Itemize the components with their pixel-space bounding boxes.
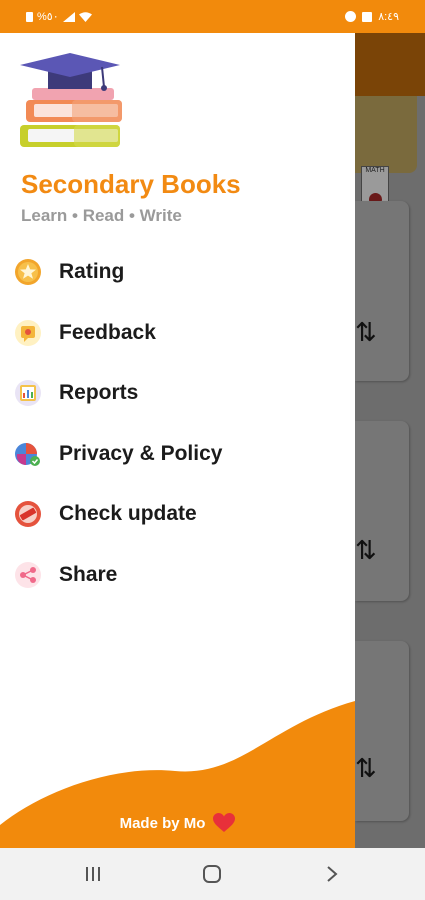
- menu-item-check-update[interactable]: Check update: [0, 484, 355, 545]
- menu-label-reports: Reports: [59, 381, 139, 404]
- recent-apps-button[interactable]: [78, 862, 108, 886]
- menu-item-rating[interactable]: Rating: [0, 242, 355, 303]
- signal-icon: [62, 11, 75, 22]
- background-card: [355, 641, 409, 821]
- sort-arrows-icon: ⇅: [355, 753, 377, 783]
- menu-label-share: Share: [59, 562, 118, 586]
- recent-apps-icon: [86, 867, 100, 881]
- math-book-label: MATH: [365, 167, 385, 174]
- books-graduation-cap-logo: [20, 53, 122, 147]
- drawer-menu: Rating Feedback Reports Privacy & Policy…: [0, 242, 355, 605]
- star-icon: [15, 259, 41, 285]
- gallery-icon: [362, 11, 373, 22]
- status-right: ٨:٤٩: [345, 10, 399, 23]
- menu-item-feedback[interactable]: Feedback: [0, 303, 355, 364]
- status-left: %٥٠: [26, 10, 92, 23]
- home-button[interactable]: [197, 862, 227, 886]
- menu-item-reports[interactable]: Reports: [0, 363, 355, 424]
- system-nav-bar: [0, 848, 425, 900]
- share-icon: [15, 561, 41, 588]
- app-tagline: Learn • Read • Write: [21, 206, 182, 225]
- reports-icon: [15, 380, 41, 406]
- battery-percent: %٥٠: [37, 11, 59, 23]
- back-button[interactable]: [317, 862, 347, 886]
- privacy-shield-icon: [15, 442, 40, 466]
- background-banner: MATH: [355, 96, 417, 216]
- status-bar: %٥٠ ٨:٤٩: [0, 0, 425, 33]
- background-app-scrim[interactable]: MATH ⇅ ⇅ ⇅: [355, 33, 425, 848]
- made-by-text: Made by Mo: [119, 814, 206, 832]
- background-card: [355, 421, 409, 601]
- menu-item-privacy-policy[interactable]: Privacy & Policy: [0, 424, 355, 485]
- account-icon: [345, 11, 357, 22]
- wifi-icon: [78, 11, 92, 22]
- home-icon: [203, 865, 221, 883]
- chevron-right-icon: [327, 866, 338, 882]
- clock: ٨:٤٩: [378, 11, 399, 23]
- background-card: [355, 201, 409, 381]
- update-icon: [15, 501, 41, 527]
- background-toolbar: [355, 33, 425, 96]
- menu-label-check-update: Check update: [59, 502, 197, 525]
- navigation-drawer: Secondary Books Learn • Read • Write Rat…: [0, 33, 355, 848]
- sort-arrows-icon: ⇅: [355, 535, 377, 565]
- menu-item-share[interactable]: Share: [0, 545, 355, 606]
- sim-icon: [26, 11, 33, 22]
- sort-arrows-icon: ⇅: [355, 317, 377, 347]
- heart-icon: [213, 813, 236, 832]
- feedback-icon: [15, 319, 41, 346]
- footer-credit: Made by Mo: [0, 813, 355, 833]
- menu-label-privacy-policy: Privacy & Policy: [59, 441, 223, 465]
- menu-label-rating: Rating: [59, 260, 125, 283]
- menu-label-feedback: Feedback: [59, 320, 156, 344]
- app-name: Secondary Books: [21, 169, 241, 199]
